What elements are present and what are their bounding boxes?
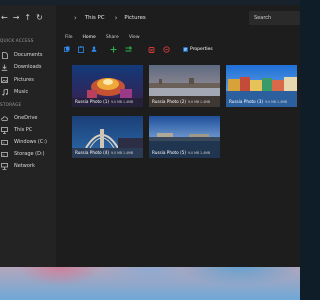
sidebar-item-label: Documents — [14, 52, 43, 58]
cloud-icon — [1, 115, 8, 122]
quick-access-label: QUICK ACCESS — [0, 38, 34, 43]
computer-icon — [1, 126, 8, 134]
network-icon — [1, 162, 8, 170]
sidebar-item-music[interactable]: Music — [0, 87, 56, 97]
search-label: Search — [254, 15, 272, 21]
new-item-button[interactable] — [110, 46, 117, 53]
content-area: › This PC › Pictures Search File Home Sh… — [56, 5, 300, 267]
properties-button[interactable]: Properties — [183, 47, 213, 52]
sidebar-item-this-pc[interactable]: This PC — [0, 125, 56, 135]
sidebar-item-label: Downloads — [14, 64, 42, 70]
navigation-pane: ← → ↑ ↻ QUICK ACCESS Documents Downloads… — [0, 5, 56, 267]
file-name: Russia Photo (2) — [152, 99, 187, 104]
paste-icon — [77, 45, 84, 53]
paste-button[interactable] — [77, 45, 84, 53]
copy-button[interactable] — [63, 46, 70, 53]
sidebar-item-downloads[interactable]: Downloads — [0, 62, 56, 72]
picture-icon — [1, 77, 8, 84]
storage-label: STORAGE — [0, 102, 22, 107]
copy-icon — [63, 46, 69, 52]
address-bar: › This PC › Pictures Search — [56, 11, 300, 25]
sidebar-item-documents[interactable]: Documents — [0, 50, 56, 60]
sidebar-item-storage-d[interactable]: Storage (D:) — [0, 149, 56, 159]
file-meta: 9.0 MB 1.4MB — [188, 100, 211, 104]
ribbon-toolbar: Properties — [56, 43, 300, 55]
tab-view[interactable]: View — [129, 35, 140, 40]
breadcrumb-pictures[interactable]: Pictures — [124, 15, 145, 21]
file-tile[interactable]: Russia Photo (3) 9.0 MB 1.4MB — [226, 65, 297, 107]
file-caption: Russia Photo (5) 9.0 MB 1.4MB — [152, 150, 210, 155]
file-meta: 9.0 MB 1.4MB — [111, 151, 134, 155]
person-icon — [91, 46, 96, 52]
sidebar-item-network[interactable]: Network — [0, 161, 56, 171]
delete-icon — [148, 46, 155, 53]
search-box[interactable]: Search — [249, 11, 300, 25]
rename-button[interactable] — [163, 45, 170, 53]
download-icon — [1, 64, 8, 71]
tab-home[interactable]: Home — [83, 35, 96, 40]
drive-icon — [1, 139, 8, 146]
file-tile[interactable]: Russia Photo (5) 9.0 MB 1.4MB — [149, 116, 220, 158]
file-name: Russia Photo (5) — [152, 150, 187, 155]
file-meta: 9.0 MB 1.4MB — [188, 151, 211, 155]
delete-button[interactable] — [148, 46, 155, 53]
sidebar-item-onedrive[interactable]: OneDrive — [0, 113, 56, 123]
file-tile[interactable]: Russia Photo (2) 9.0 MB 1.4MB — [149, 65, 220, 107]
sidebar-item-label: Windows (C:) — [14, 139, 47, 145]
file-caption: Russia Photo (3) 9.0 MB 1.4MB — [229, 99, 287, 104]
file-meta: 9.0 MB 1.4MB — [265, 100, 288, 104]
music-icon — [1, 88, 8, 96]
sidebar-item-label: Pictures — [14, 77, 34, 83]
tab-file[interactable]: File — [65, 35, 73, 40]
rename-icon — [163, 45, 170, 53]
sidebar-item-windows-c[interactable]: Windows (C:) — [0, 137, 56, 147]
move-button[interactable] — [125, 45, 132, 53]
plus-icon — [110, 46, 117, 52]
sidebar-item-label: OneDrive — [14, 115, 38, 121]
breadcrumb-this-pc[interactable]: This PC — [85, 15, 105, 21]
file-explorer-window: ← → ↑ ↻ QUICK ACCESS Documents Downloads… — [0, 5, 300, 267]
sidebar-item-pictures[interactable]: Pictures — [0, 75, 56, 85]
file-tile[interactable]: Russia Photo (4) 9.0 MB 1.4MB — [72, 116, 143, 158]
sidebar-item-label: Music — [14, 89, 29, 95]
back-button[interactable]: ← — [1, 13, 8, 23]
file-meta: 9.0 MB 1.4MB — [111, 100, 134, 104]
navigation-buttons: ← → ↑ ↻ — [0, 11, 57, 25]
file-caption: Russia Photo (4) 9.0 MB 1.4MB — [75, 150, 133, 155]
file-caption: Russia Photo (2) 9.0 MB 1.4MB — [152, 99, 210, 104]
properties-icon — [183, 46, 188, 52]
share-button[interactable] — [90, 46, 97, 53]
move-icon — [125, 45, 132, 51]
chevron-right-icon: › — [114, 14, 118, 22]
file-name: Russia Photo (1) — [75, 99, 110, 104]
file-caption: Russia Photo (1) 9.0 MB 1.4MB — [75, 99, 133, 104]
refresh-button[interactable]: ↻ — [36, 13, 43, 23]
document-icon — [1, 51, 8, 59]
up-button[interactable]: ↑ — [24, 13, 31, 23]
chevron-right-icon: › — [74, 14, 77, 22]
forward-button[interactable]: → — [13, 13, 20, 23]
sidebar-item-label: Storage (D:) — [14, 151, 45, 157]
properties-label: Properties — [190, 46, 213, 52]
sidebar-item-label: This PC — [14, 127, 33, 133]
file-tile[interactable]: Russia Photo (1) 9.0 MB 1.4MB — [72, 65, 143, 107]
file-name: Russia Photo (4) — [75, 150, 110, 155]
drive-icon — [1, 151, 8, 158]
file-name: Russia Photo (3) — [229, 99, 264, 104]
tab-share[interactable]: Share — [106, 35, 119, 40]
sidebar-item-label: Network — [14, 163, 35, 169]
ribbon-tabs: File Home Share View — [56, 32, 300, 42]
